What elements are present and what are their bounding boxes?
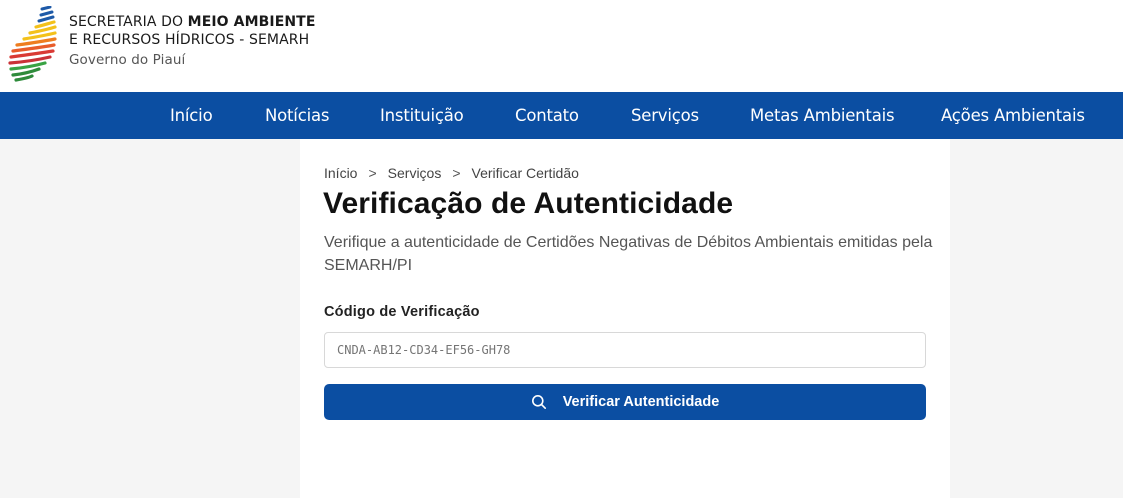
breadcrumb: Início > Serviços > Verificar Certidão bbox=[324, 165, 579, 181]
breadcrumb-separator: > bbox=[452, 165, 461, 181]
breadcrumb-item-current: Verificar Certidão bbox=[471, 165, 579, 181]
org-name-highlight: MEIO AMBIENTE bbox=[187, 14, 316, 30]
content-panel: Início > Serviços > Verificar Certidão Verif… bbox=[300, 139, 950, 498]
search-icon bbox=[531, 395, 546, 409]
breadcrumb-item-servicos[interactable]: Serviços bbox=[388, 165, 442, 181]
breadcrumb-item-inicio[interactable]: Início bbox=[324, 165, 357, 181]
nav-item-servicos[interactable]: Serviços bbox=[631, 92, 699, 139]
breadcrumb-separator: > bbox=[368, 165, 377, 181]
verify-button-label: Verificar Autenticidade bbox=[562, 394, 720, 410]
page-description: Verifique a autenticidade de Certidões N… bbox=[324, 234, 933, 274]
org-name: SECRETARIA DO MEIO AMBIENTE E RECURSOS H… bbox=[69, 13, 316, 69]
org-name-line2: E RECURSOS HÍDRICOS - SEMARH bbox=[69, 32, 310, 48]
page-title: Verificação de Autenticidade bbox=[323, 187, 734, 220]
semarh-logo-icon[interactable] bbox=[8, 6, 58, 82]
nav-item-noticias[interactable]: Notícias bbox=[265, 92, 329, 139]
main-nav: Início Notícias Instituição Contato Serv… bbox=[0, 92, 1123, 139]
gov-line: Governo do Piauí bbox=[69, 52, 186, 68]
org-name-line1: SECRETARIA DO MEIO AMBIENTE bbox=[69, 14, 316, 30]
nav-item-instituicao[interactable]: Instituição bbox=[380, 92, 464, 139]
nav-item-inicio[interactable]: Início bbox=[170, 92, 213, 139]
verification-code-input[interactable] bbox=[324, 332, 926, 368]
nav-item-contato[interactable]: Contato bbox=[515, 92, 579, 139]
verify-authenticity-button[interactable]: Verificar Autenticidade bbox=[324, 384, 926, 420]
nav-item-metas-ambientais[interactable]: Metas Ambientais bbox=[750, 92, 895, 139]
code-field-label: Código de Verificação bbox=[324, 304, 480, 320]
site-header: SECRETARIA DO MEIO AMBIENTE E RECURSOS H… bbox=[0, 0, 1123, 92]
nav-item-acoes-ambientais[interactable]: Ações Ambientais bbox=[941, 92, 1085, 139]
